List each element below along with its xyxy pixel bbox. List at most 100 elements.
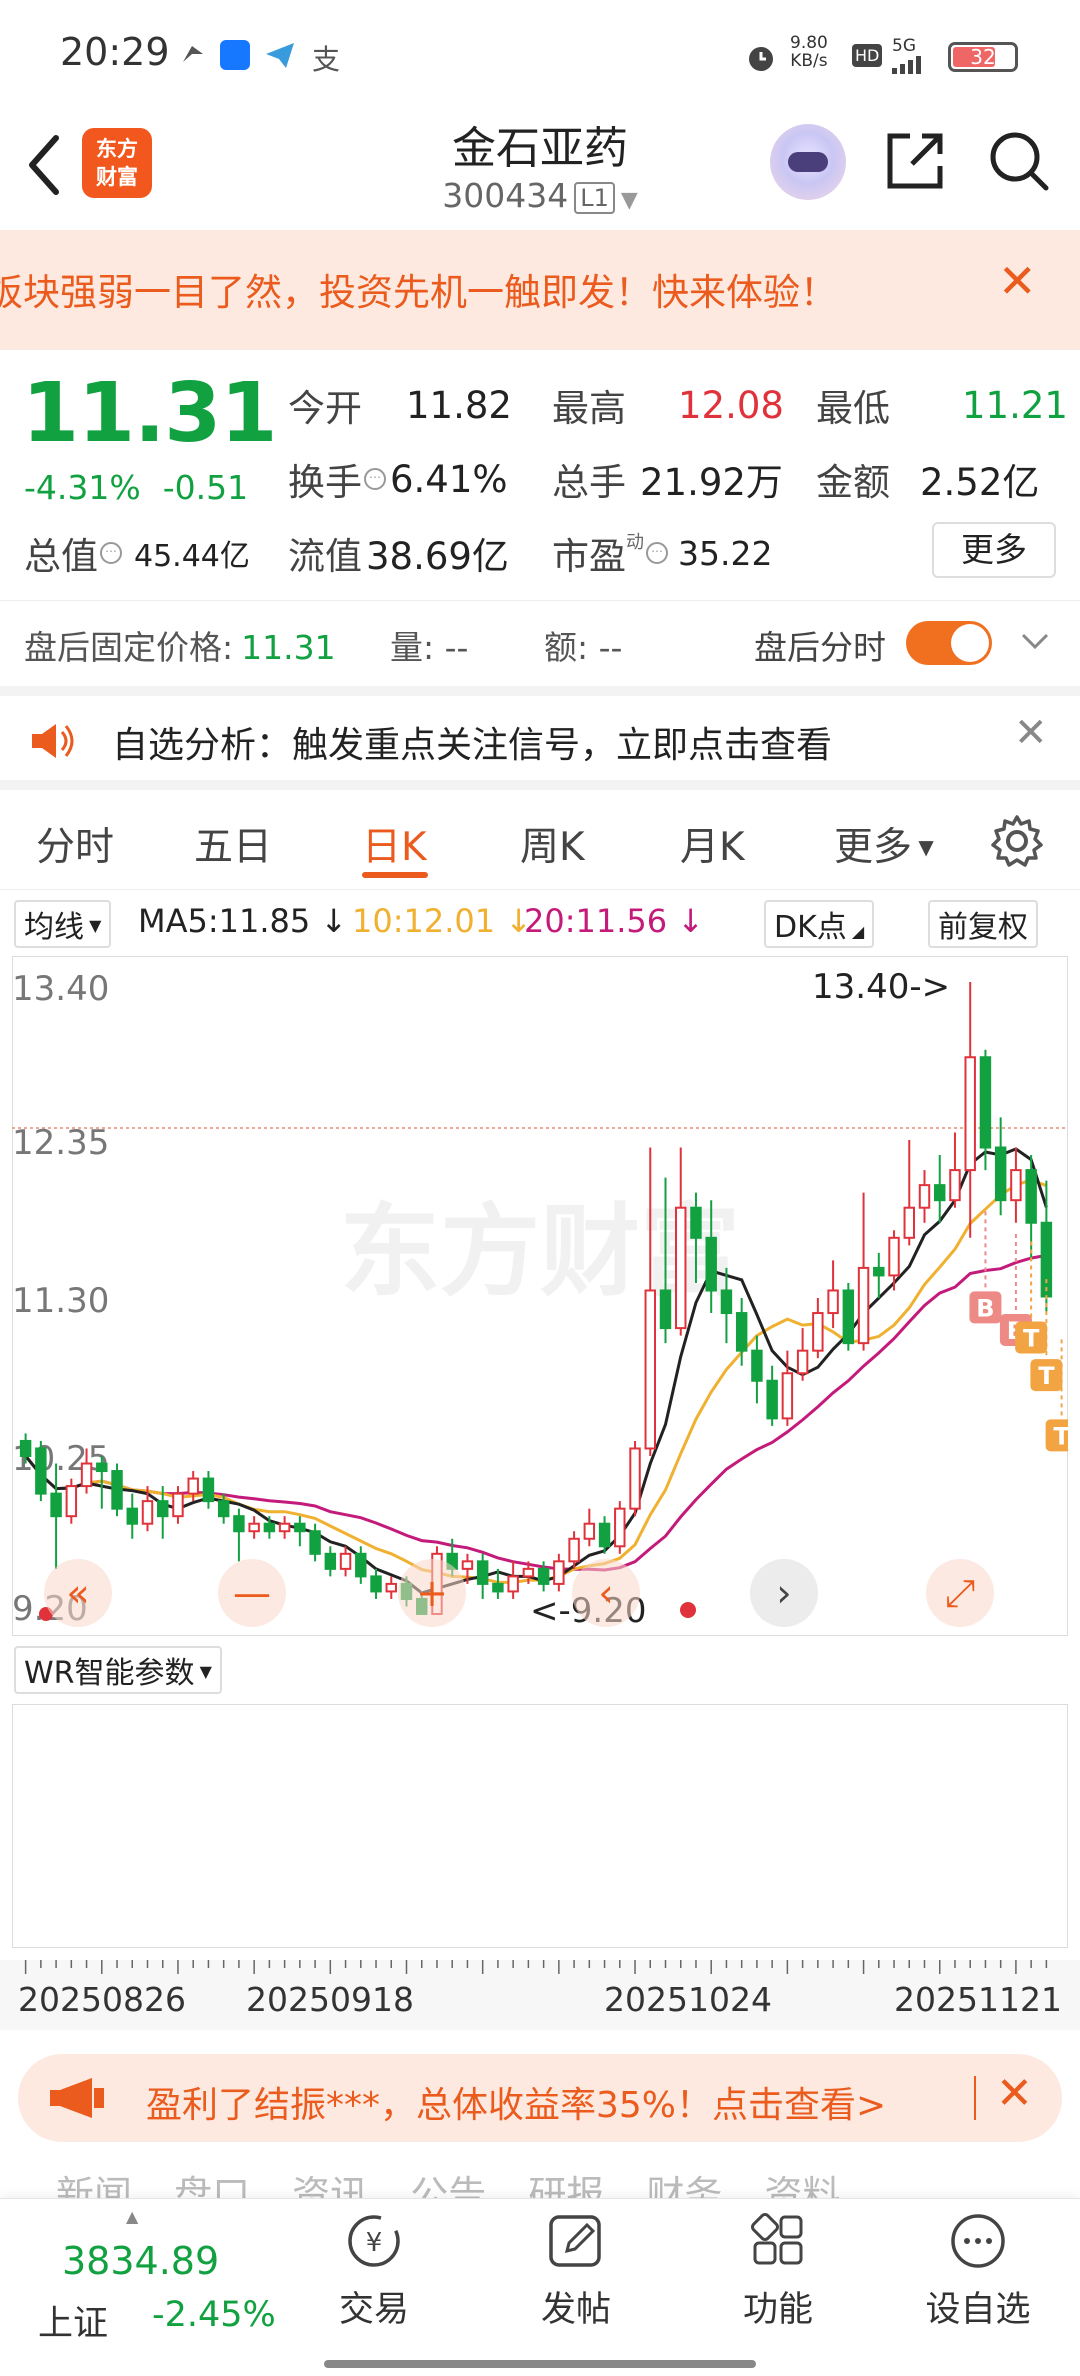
candle-body: [766, 1379, 778, 1420]
index-change[interactable]: -2.45%: [152, 2295, 276, 2335]
close-icon[interactable]: ✕: [1014, 710, 1048, 756]
candle-body: [598, 1522, 611, 1548]
info-icon: ⋯: [364, 468, 386, 490]
turnover-item: 换手 ⋯ 6.41%: [288, 457, 508, 505]
chevron-down-icon[interactable]: [1020, 631, 1050, 651]
net-speed: 9.80 KB/s: [790, 33, 828, 71]
marker-label: B: [976, 1294, 994, 1322]
back-icon[interactable]: [22, 130, 66, 200]
candle-body: [903, 1206, 915, 1239]
chevron-up-icon[interactable]: ▲: [126, 2207, 138, 2226]
stock-code-selector[interactable]: 300434 L1 ▼: [340, 176, 740, 215]
promo-banner[interactable]: 板块强弱一目了然，投资先机一触即发！快来体验！ ✕: [0, 230, 1080, 350]
candle-body: [644, 1289, 656, 1450]
float-value-item: 流值 38.69亿: [288, 535, 509, 578]
index-name[interactable]: 上证: [38, 2295, 108, 2346]
svg-text:›: ›: [776, 1571, 791, 1615]
status-time: 20:29: [60, 30, 170, 74]
scroll-left-button[interactable]: ‹: [572, 1559, 640, 1627]
open-item: 今开 11.82: [288, 383, 512, 431]
candle-body: [705, 1236, 717, 1292]
tab-intraday[interactable]: 分时: [36, 816, 114, 872]
y-tick-label: 11.30: [12, 1281, 109, 1321]
candle-body: [278, 1522, 291, 1533]
candle-body: [370, 1575, 382, 1593]
search-icon[interactable]: [986, 128, 1052, 194]
settings-gear-icon[interactable]: [990, 814, 1044, 868]
marker-label: T: [1053, 1422, 1068, 1450]
adjust-selector[interactable]: 前复权: [928, 900, 1038, 948]
brand-logo[interactable]: 东方 财富: [82, 128, 152, 198]
nav-add-watchlist[interactable]: 设自选: [918, 2211, 1038, 2332]
nav-post[interactable]: 发帖: [516, 2211, 636, 2332]
candle-body: [248, 1522, 260, 1533]
candle-body: [339, 1552, 352, 1570]
ma20-value: 20:11.56 ↓: [524, 902, 705, 940]
candle-body: [157, 1500, 169, 1518]
promo-bottom-text: 盈利了结振***，总体收益率35%！点击查看>: [146, 2085, 887, 2126]
info-icon: ⋯: [646, 542, 668, 564]
zoom-in-button[interactable]: +: [398, 1559, 466, 1627]
candle-body: [994, 1146, 1007, 1202]
promo-text: 板块强弱一目了然，投资先机一触即发！快来体验！: [0, 271, 837, 314]
candle-body: [80, 1462, 93, 1488]
y-tick-label: 12.35: [12, 1123, 109, 1163]
promo-bottom[interactable]: 盈利了结振***，总体收益率35%！点击查看> ✕: [18, 2054, 1062, 2142]
app-notification-icon: [220, 40, 250, 70]
ma10-value: 10:12.01 ↓: [352, 902, 533, 940]
nav-trade[interactable]: ¥ 交易: [314, 2211, 434, 2332]
trade-icon: ¥: [348, 2215, 400, 2267]
close-icon[interactable]: ✕: [998, 254, 1037, 308]
candle-body: [720, 1289, 733, 1315]
candle-body: [309, 1530, 321, 1555]
tab-daily-k[interactable]: 日K: [362, 816, 427, 872]
scroll-left-fast-button[interactable]: «: [44, 1559, 112, 1627]
wr-indicator-chart[interactable]: [12, 1704, 1068, 1948]
alarm-icon: [749, 47, 773, 71]
tab-more[interactable]: 更多 ▼: [834, 816, 934, 872]
candle-body: [781, 1372, 794, 1420]
ma-selector[interactable]: 均线 ▼: [14, 900, 112, 948]
candle-body: [233, 1515, 245, 1533]
after-hours-volume: 量: --: [390, 628, 469, 667]
candle-body: [476, 1560, 489, 1585]
tab-weekly-k[interactable]: 周K: [520, 816, 585, 872]
zoom-out-button[interactable]: —: [218, 1559, 286, 1627]
candle-body: [19, 1439, 32, 1458]
after-hours-price: 盘后固定价格: 11.31: [24, 628, 336, 667]
stock-name: 金石亚药: [452, 123, 628, 174]
after-hours-toggle[interactable]: [906, 621, 992, 665]
fullscreen-button[interactable]: ⤢: [926, 1559, 994, 1627]
kline-chart[interactable]: 东方财富13.4012.3511.3010.259.2013.40-><-9.2…: [12, 956, 1068, 1636]
scroll-right-button[interactable]: ›: [750, 1559, 818, 1627]
candle-body: [659, 1289, 672, 1330]
candle-body: [629, 1447, 641, 1510]
divider: [974, 2076, 976, 2120]
svg-text:¥: ¥: [366, 2228, 383, 2258]
dk-point-selector[interactable]: DK点 ◢: [764, 900, 875, 948]
candle-body: [553, 1560, 565, 1585]
after-hours-bar: 盘后固定价格: 11.31 量: -- 额: -- 盘后分时: [0, 600, 1080, 686]
pe-item: 市盈动 ⋯ 35.22: [552, 532, 773, 578]
ma5-value: MA5:11.85 ↓: [138, 902, 348, 940]
nav-functions[interactable]: 功能: [718, 2211, 838, 2332]
close-icon[interactable]: ✕: [996, 2068, 1033, 2119]
share-icon[interactable]: [882, 128, 948, 194]
tab-five-day[interactable]: 五日: [194, 816, 272, 872]
total-value-item: 总值 ⋯ 45.44亿: [24, 535, 250, 578]
index-value[interactable]: 3834.89: [62, 2239, 219, 2283]
svg-text:—: —: [233, 1571, 271, 1615]
date-ticks: [24, 1960, 1048, 1974]
analysis-notice[interactable]: 自选分析：触发重点关注信号，立即点击查看 ✕: [0, 686, 1080, 790]
edit-icon: [549, 2215, 601, 2267]
high-item: 最高 12.08: [552, 383, 784, 431]
candle-body: [355, 1552, 367, 1578]
tab-monthly-k[interactable]: 月K: [680, 816, 745, 872]
more-button[interactable]: 更多: [932, 522, 1056, 578]
svg-text:«: «: [66, 1571, 89, 1615]
wr-indicator-selector[interactable]: WR智能参数 ▼: [14, 1646, 222, 1694]
candle-body: [217, 1500, 230, 1518]
candle-body: [35, 1447, 47, 1495]
home-indicator[interactable]: [324, 2360, 756, 2368]
ai-assistant-icon[interactable]: [770, 124, 846, 200]
